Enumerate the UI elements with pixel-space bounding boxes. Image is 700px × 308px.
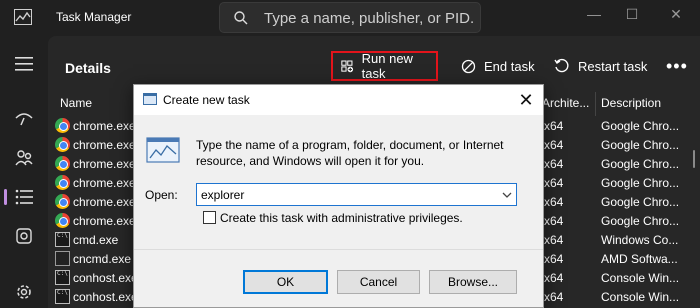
dialog-description: Type the name of a program, folder, docu… [196, 138, 504, 168]
create-new-task-dialog: Create new task ✕ Type the name of a pro… [133, 84, 544, 308]
process-arch: x64 [544, 157, 564, 171]
process-arch: x64 [544, 214, 564, 228]
search-box[interactable] [219, 2, 481, 33]
minimize-button[interactable]: — [579, 4, 609, 24]
process-arch: x64 [544, 119, 564, 133]
restart-icon [554, 58, 569, 73]
process-arch: x64 [544, 176, 564, 190]
maximize-button[interactable]: ☐ [617, 4, 647, 24]
process-description: Google Chro... [601, 138, 680, 152]
chrome-icon [55, 175, 70, 190]
users-icon[interactable] [12, 146, 36, 170]
process-description: Google Chro... [601, 195, 680, 209]
chrome-icon [55, 194, 70, 209]
dialog-title: Create new task [163, 93, 250, 107]
more-options-button[interactable]: ••• [658, 51, 696, 81]
open-combobox[interactable] [196, 183, 517, 206]
dialog-close-button[interactable]: ✕ [515, 89, 537, 111]
process-name: chrome.exe [73, 119, 135, 133]
process-description: Google Chro... [601, 119, 680, 133]
left-nav [0, 36, 48, 308]
page-title: Details [65, 60, 111, 76]
search-input[interactable] [264, 8, 474, 28]
end-task-button[interactable]: End task [453, 51, 543, 81]
process-name: chrome.exe [73, 157, 135, 171]
process-arch: x64 [544, 252, 564, 266]
toolbar: Details Run new task End task Restart ta… [48, 36, 700, 90]
process-arch: x64 [544, 138, 564, 152]
process-name: cmd.exe [73, 233, 119, 247]
process-arch: x64 [544, 290, 564, 304]
process-name: conhost.exe [73, 290, 135, 304]
restart-task-label: Restart task [578, 58, 648, 74]
chevron-down-icon[interactable] [500, 188, 514, 202]
process-name: chrome.exe [73, 214, 135, 228]
process-name: cncmd.exe [73, 252, 132, 266]
details-list-icon[interactable] [12, 185, 36, 209]
run-program-icon [146, 137, 180, 163]
process-arch: x64 [544, 233, 564, 247]
amd-icon [55, 251, 70, 266]
process-description: AMD Softwa... [601, 252, 678, 266]
process-description: Google Chro... [601, 176, 680, 190]
dialog-footer: OK Cancel Browse... [134, 249, 543, 307]
active-nav-indicator [4, 189, 7, 205]
cmd-icon: C:\ [55, 289, 70, 304]
hamburger-menu-icon[interactable] [12, 52, 36, 76]
services-icon[interactable] [12, 224, 36, 248]
chrome-icon [55, 156, 70, 171]
open-label: Open: [145, 188, 178, 202]
run-new-task-label: Run new task [361, 51, 413, 81]
run-task-icon [341, 60, 354, 72]
dialog-title-bar: Create new task ✕ [134, 85, 543, 115]
close-window-button[interactable]: ✕ [661, 4, 691, 24]
process-name: conhost.exe [73, 271, 135, 285]
app-title: Task Manager [56, 10, 132, 24]
end-task-label: End task [484, 58, 535, 74]
run-new-task-button[interactable]: Run new task [331, 51, 438, 81]
settings-gear-icon[interactable] [12, 280, 36, 304]
task-manager-app-icon [14, 9, 32, 25]
process-description: Google Chro... [601, 214, 680, 228]
cmd-icon: C:\ [55, 270, 70, 285]
chrome-icon [55, 213, 70, 228]
admin-privileges-label[interactable]: Create this task with administrative pri… [220, 211, 463, 225]
process-name: chrome.exe [73, 195, 135, 209]
vertical-scrollbar[interactable] [693, 150, 695, 168]
chrome-icon [55, 118, 70, 133]
cancel-button[interactable]: Cancel [337, 270, 420, 294]
process-name: chrome.exe [73, 176, 135, 190]
chrome-icon [55, 137, 70, 152]
restart-task-button[interactable]: Restart task [546, 51, 655, 81]
process-arch: x64 [544, 195, 564, 209]
process-description: Console Win... [601, 290, 680, 304]
cmd-icon: C:\ [55, 232, 70, 247]
run-dialog-icon [143, 93, 157, 105]
performance-icon[interactable] [12, 106, 36, 130]
process-description: Console Win... [601, 271, 680, 285]
ok-button[interactable]: OK [243, 270, 328, 294]
end-task-icon [461, 59, 476, 73]
browse-button[interactable]: Browse... [429, 270, 517, 294]
column-divider [595, 92, 596, 116]
admin-privileges-checkbox[interactable] [203, 211, 216, 224]
open-input[interactable] [201, 187, 491, 203]
process-name: chrome.exe [73, 138, 135, 152]
process-description: Windows Co... [601, 233, 679, 247]
process-description: Google Chro... [601, 157, 680, 171]
process-arch: x64 [544, 271, 564, 285]
search-icon [234, 11, 248, 25]
title-bar: Task Manager — ☐ ✕ [0, 0, 700, 36]
